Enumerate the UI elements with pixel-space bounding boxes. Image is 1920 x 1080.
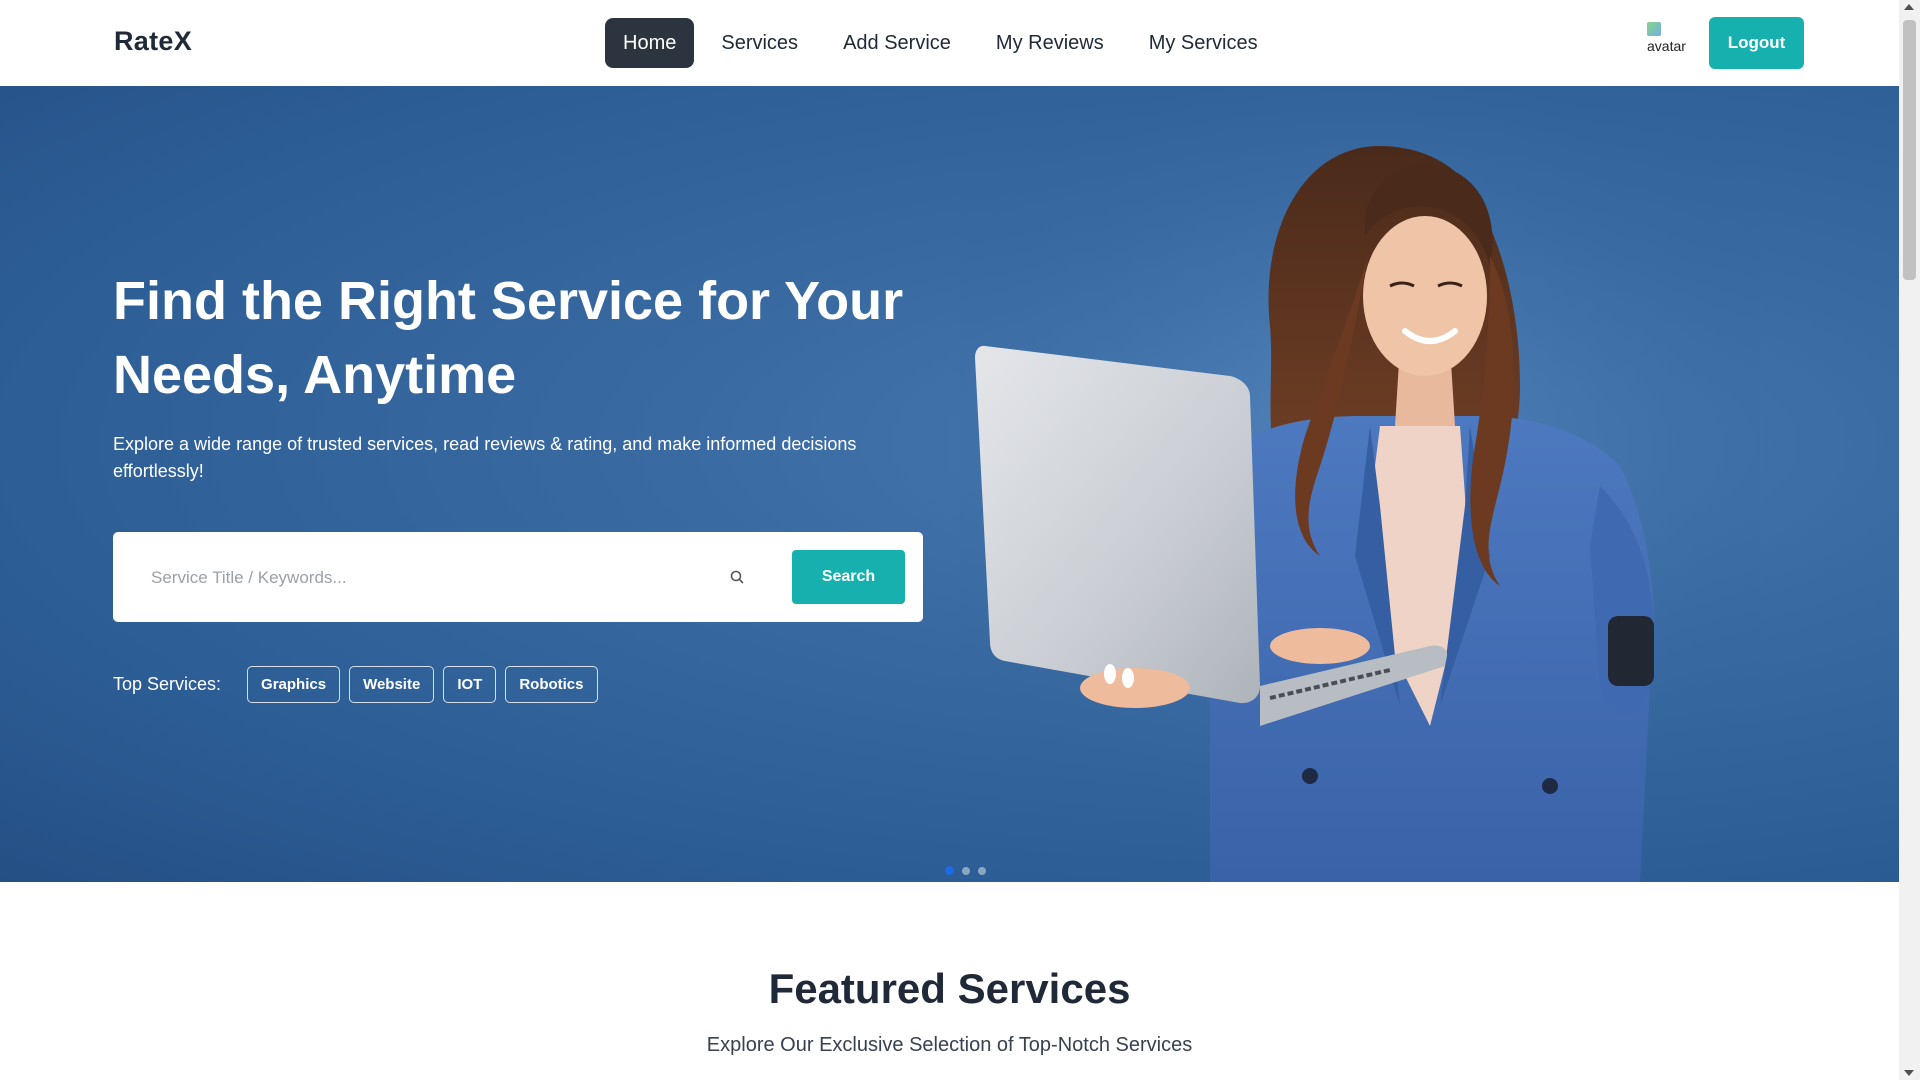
nav-item-my-reviews[interactable]: My Reviews bbox=[978, 18, 1122, 68]
hero-banner: Find the Right Service for Your Needs, A… bbox=[0, 86, 1899, 882]
main-nav: Home Services Add Service My Reviews My … bbox=[605, 18, 1285, 68]
broken-image-icon bbox=[1647, 22, 1661, 36]
avatar-alt-text: avatar bbox=[1647, 38, 1686, 54]
hero-illustration bbox=[960, 86, 1760, 882]
nav-item-my-services[interactable]: My Services bbox=[1131, 18, 1276, 68]
search-input[interactable] bbox=[149, 562, 713, 594]
top-service-tag-website[interactable]: Website bbox=[349, 666, 435, 703]
logout-button[interactable]: Logout bbox=[1709, 17, 1804, 69]
featured-subtitle: Explore Our Exclusive Selection of Top-N… bbox=[706, 1034, 1193, 1056]
nav-item-services[interactable]: Services bbox=[703, 18, 816, 68]
top-service-tag-robotics[interactable]: Robotics bbox=[505, 666, 598, 703]
featured-title: Featured Services bbox=[768, 965, 1131, 1012]
top-services: Top Services: Graphics Website IOT Robot… bbox=[113, 666, 607, 703]
search-button[interactable]: Search bbox=[792, 550, 905, 604]
nav-item-add-service[interactable]: Add Service bbox=[825, 18, 969, 68]
carousel-dot[interactable] bbox=[945, 866, 954, 875]
brand-logo[interactable]: RateX bbox=[114, 26, 192, 57]
avatar[interactable]: avatar bbox=[1645, 22, 1691, 56]
carousel-dot[interactable] bbox=[978, 866, 986, 875]
hero-title: Find the Right Service for Your Needs, A… bbox=[113, 271, 904, 405]
navbar: RateX Home Services Add Service My Revie… bbox=[0, 0, 1899, 86]
search-icon[interactable] bbox=[729, 569, 745, 585]
hero-subtitle: Explore a wide range of trusted services… bbox=[113, 434, 857, 481]
scroll-down-icon[interactable] bbox=[1904, 1070, 1914, 1076]
carousel-indicators bbox=[945, 866, 986, 875]
top-services-label: Top Services: bbox=[113, 674, 222, 694]
nav-item-home[interactable]: Home bbox=[605, 18, 695, 68]
carousel-dot[interactable] bbox=[962, 866, 970, 875]
search-box: Search bbox=[113, 532, 923, 622]
page-scrollbar[interactable] bbox=[1899, 0, 1920, 1080]
top-service-tag-graphics[interactable]: Graphics bbox=[247, 666, 341, 703]
top-service-tag-iot[interactable]: IOT bbox=[443, 666, 497, 703]
scroll-up-icon[interactable] bbox=[1904, 4, 1914, 10]
scrollbar-thumb[interactable] bbox=[1903, 20, 1916, 280]
